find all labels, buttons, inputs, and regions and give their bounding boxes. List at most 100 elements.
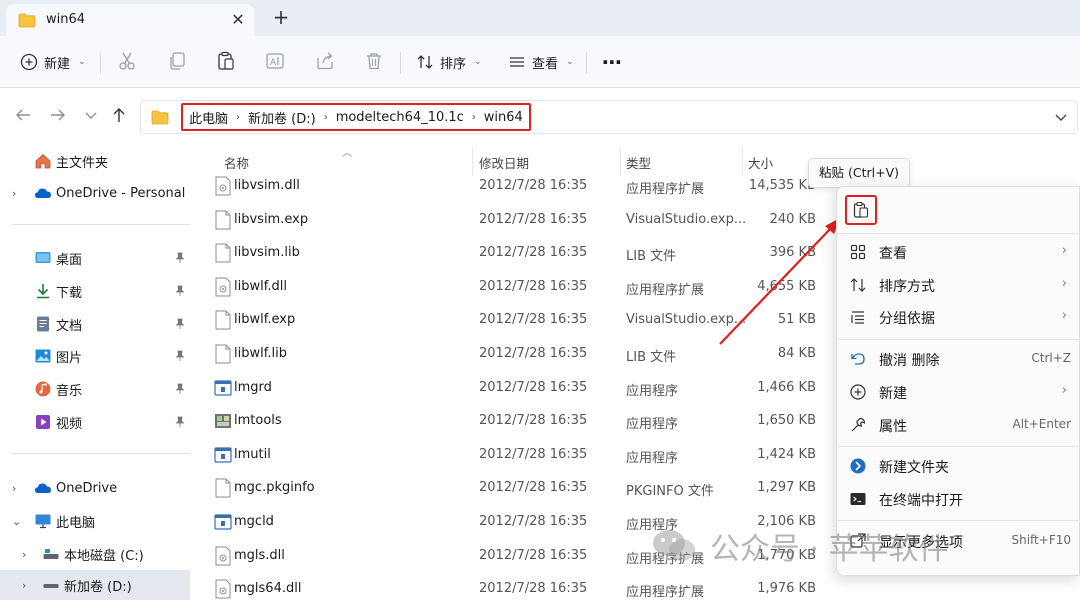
desktop-icon [35, 252, 51, 263]
file-row[interactable]: lmgrd 2012/7/28 16:35 应用程序 1,466 KB [196, 372, 836, 405]
share-icon[interactable] [314, 50, 336, 72]
breadcrumb-modeltech[interactable]: modeltech64_10.1c [336, 110, 464, 125]
tab-title: win64 [46, 12, 86, 27]
file-row[interactable]: mgc.pkginfo 2012/7/28 16:35 PKGINFO 文件 1,29… [196, 472, 836, 505]
exe-icon [214, 378, 232, 398]
file-row[interactable]: mgls64.dll 2012/7/28 16:35 应用程序扩展 1,976 KB [196, 573, 836, 603]
menu-item-label: 新建 [879, 386, 907, 402]
file-row[interactable]: libvsim.dll 2012/7/28 16:35 应用程序扩展 14,535 K… [196, 170, 836, 203]
file-type: 应用程序扩展 [626, 551, 705, 567]
menu-item-group-by[interactable]: 分组依据 › [837, 301, 1080, 333]
view-button[interactable]: 查看 ⌄ [508, 48, 574, 76]
new-tab-button[interactable]: + [270, 6, 292, 28]
sidebar-item-desktop[interactable]: 桌面 [0, 243, 190, 273]
dll-icon [214, 277, 232, 297]
sidebar-item-label: 图片 [56, 350, 83, 366]
menu-item-open-terminal[interactable]: 在终端中打开 [837, 483, 1080, 515]
tab-win64[interactable]: win64 ✕ [6, 4, 254, 36]
drive-icon [43, 584, 59, 588]
file-row[interactable]: libwlf.dll 2012/7/28 16:35 应用程序扩展 4,655 KB [196, 271, 836, 304]
sidebar-item-downloads[interactable]: 下载 [0, 276, 190, 306]
grid-icon [850, 244, 866, 260]
sidebar-item-new-volume-d[interactable]: › 新加卷 (D:) [0, 570, 190, 600]
file-row[interactable]: mgls.dll 2012/7/28 16:35 应用程序扩展 1,770 KB [196, 540, 836, 573]
pin-icon[interactable] [175, 350, 185, 362]
menu-item-new[interactable]: 新建 › [837, 376, 1080, 408]
new-button[interactable]: 新建 ⌄ [20, 48, 86, 76]
copy-icon[interactable] [166, 50, 188, 72]
file-row[interactable]: libvsim.lib 2012/7/28 16:35 LIB 文件 396 KB [196, 237, 836, 270]
breadcrumb-drive-d[interactable]: 新加卷 (D:) [248, 108, 316, 127]
chevron-down-icon[interactable] [1053, 109, 1069, 125]
file-icon [214, 210, 232, 230]
menu-item-label: 新建文件夹 [879, 460, 949, 476]
file-row[interactable]: libwlf.lib 2012/7/28 16:35 LIB 文件 84 KB [196, 338, 836, 371]
file-modified-date: 2012/7/28 16:35 [479, 178, 588, 193]
sidebar-item-music[interactable]: 音乐 [0, 374, 190, 404]
chevron-right-icon[interactable]: › [472, 112, 476, 123]
menu-item-undo-delete[interactable]: 撤消 删除 Ctrl+Z [837, 343, 1080, 375]
rename-icon[interactable]: A [264, 50, 286, 72]
file-name: libvsim.dll [234, 178, 300, 193]
breadcrumb-this-pc[interactable]: 此电脑 [189, 108, 228, 127]
file-row[interactable]: lmtools 2012/7/28 16:35 应用程序 1,650 KB [196, 405, 836, 438]
sidebar-item-local-disk-c[interactable]: › 本地磁盘 (C:) [0, 539, 190, 569]
address-bar[interactable]: 此电脑 › 新加卷 (D:) › modeltech64_10.1c › win… [140, 100, 1078, 134]
chevron-right-icon[interactable]: › [12, 187, 16, 200]
paste-button[interactable] [845, 195, 877, 225]
folder-icon [151, 110, 169, 129]
sort-button[interactable]: 排序 ⌄ [416, 48, 482, 76]
chevron-down-icon[interactable]: ⌄ [12, 515, 21, 528]
file-row[interactable]: libwlf.exp 2012/7/28 16:35 VisualStudio.ex… [196, 304, 836, 337]
sidebar-divider [12, 224, 190, 225]
recent-dropdown-icon[interactable] [80, 104, 102, 126]
chevron-right-icon[interactable]: › [236, 112, 240, 123]
sidebar-item-onedrive-personal[interactable]: › OneDrive - Personal [0, 178, 190, 208]
menu-item-sort-by[interactable]: 排序方式 › [837, 269, 1080, 301]
sidebar-item-label: 下载 [56, 285, 83, 301]
paste-tooltip: 粘贴 (Ctrl+V) [808, 158, 910, 188]
chevron-right-icon[interactable]: › [22, 579, 26, 592]
menu-item-properties[interactable]: 属性 Alt+Enter [837, 409, 1080, 441]
sidebar-item-pictures[interactable]: 图片 [0, 341, 190, 371]
cut-icon[interactable] [116, 50, 138, 72]
forward-arrow-icon[interactable] [47, 104, 69, 126]
file-row[interactable]: mgcld 2012/7/28 16:35 应用程序 2,106 KB [196, 506, 836, 539]
pin-icon[interactable] [175, 416, 185, 428]
sidebar-item-documents[interactable]: 文档 [0, 309, 190, 339]
sidebar-item-videos[interactable]: 视频 [0, 407, 190, 437]
file-modified-date: 2012/7/28 16:35 [479, 547, 588, 563]
sidebar-item-onedrive[interactable]: › OneDrive [0, 473, 190, 503]
chevron-right-icon[interactable]: › [12, 482, 16, 495]
download-icon [37, 284, 49, 299]
back-arrow-icon[interactable] [12, 104, 34, 126]
video-icon [36, 415, 50, 429]
file-name: mgcld [234, 514, 274, 529]
sidebar-item-this-pc[interactable]: ⌄ 此电脑 [0, 506, 190, 536]
file-row[interactable]: lmutil 2012/7/28 16:35 应用程序 1,424 KB [196, 439, 836, 472]
pin-icon[interactable] [175, 318, 185, 330]
close-tab-icon[interactable]: ✕ [226, 8, 250, 32]
pin-icon[interactable] [175, 252, 185, 264]
file-row[interactable]: libvsim.exp 2012/7/28 16:35 VisualStudio.e… [196, 204, 836, 237]
more-options-button[interactable]: ⋯ [602, 48, 622, 76]
pin-icon[interactable] [175, 383, 185, 395]
breadcrumb-win64[interactable]: win64 [484, 110, 523, 125]
menu-item-show-more-options[interactable]: 显示更多选项 Shift+F10 [837, 525, 1080, 557]
file-name: lmgrd [234, 379, 272, 395]
plus-circle-icon [20, 53, 38, 71]
file-size: 1,976 KB [757, 581, 816, 597]
chevron-right-icon[interactable]: › [324, 112, 328, 123]
delete-icon[interactable] [363, 50, 385, 72]
menu-item-new-folder[interactable]: 新建文件夹 [837, 450, 1080, 482]
sidebar-item-home[interactable]: 主文件夹 [0, 146, 190, 176]
paste-icon[interactable] [215, 50, 237, 72]
file-type: LIB 文件 [626, 249, 677, 265]
up-arrow-icon[interactable] [108, 104, 130, 126]
menu-item-label: 在终端中打开 [879, 493, 963, 509]
menu-item-view[interactable]: 查看 › [837, 236, 1080, 268]
file-type: 应用程序 [626, 518, 679, 533]
chevron-right-icon[interactable]: › [22, 548, 26, 561]
pin-icon[interactable] [175, 285, 185, 297]
sort-icon [850, 278, 866, 292]
